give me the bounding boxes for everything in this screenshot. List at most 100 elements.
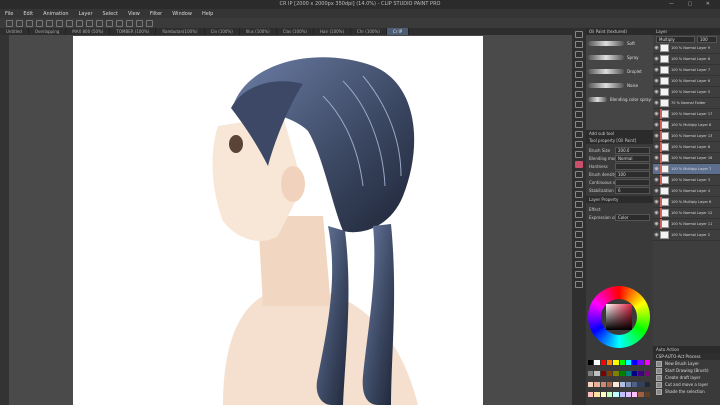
flip-icon[interactable]: [126, 19, 133, 27]
color-swatch[interactable]: [588, 370, 594, 376]
fill-icon[interactable]: [575, 171, 583, 178]
color-swatch[interactable]: [632, 392, 638, 398]
checkbox[interactable]: [656, 381, 662, 388]
color-swatch[interactable]: [632, 360, 638, 365]
auto-select-icon[interactable]: [575, 91, 583, 98]
document-tab[interactable]: Hair (100%): [314, 28, 352, 35]
balloon-icon[interactable]: [575, 231, 583, 238]
expression-color-row[interactable]: Expression color Color: [589, 213, 650, 221]
layer-row[interactable]: ◉ 100 % Multiply Layer 6: [653, 197, 720, 208]
select-icon[interactable]: [575, 71, 583, 78]
color-swatch[interactable]: [619, 360, 625, 365]
eyedropper-icon[interactable]: [575, 51, 583, 58]
layer-row[interactable]: ◉ 100 % Normal Layer 12: [653, 208, 720, 219]
brush-item[interactable]: Droplet: [588, 65, 651, 77]
layer-row[interactable]: ◉ 100 % Normal Layer 6: [653, 76, 720, 87]
color-swatch[interactable]: [588, 360, 594, 365]
eye-icon[interactable]: ◉: [653, 111, 660, 117]
eye-icon[interactable]: ◉: [653, 122, 660, 128]
layer-row[interactable]: ◉ 100 % Normal Layer 2: [653, 230, 720, 241]
color-swatch[interactable]: [625, 392, 632, 398]
property-value[interactable]: [615, 162, 650, 170]
color-swatch[interactable]: [625, 370, 632, 376]
main-color-icon[interactable]: [575, 271, 583, 278]
color-square[interactable]: [606, 304, 632, 330]
layer-row[interactable]: ◉ 70 % Normal Folder: [653, 98, 720, 109]
color-swatch[interactable]: [594, 370, 600, 376]
transform-icon[interactable]: [66, 19, 73, 27]
hand-icon[interactable]: [575, 41, 583, 48]
auto-action-item[interactable]: Cut and move a layer: [653, 381, 720, 388]
eye-icon[interactable]: ◉: [653, 144, 660, 150]
color-swatch[interactable]: [625, 381, 632, 387]
brush-item[interactable]: Soft: [588, 37, 651, 49]
text-icon[interactable]: [575, 221, 583, 228]
ruler-icon[interactable]: [575, 211, 583, 218]
invert-selection-icon[interactable]: [86, 19, 93, 27]
document-tab[interactable]: Clas (100%): [277, 28, 314, 35]
eye-icon[interactable]: ◉: [653, 166, 660, 172]
menu-item[interactable]: Select: [98, 11, 123, 17]
layer-row[interactable]: ◉ 100 % Multiply Layer 6: [653, 120, 720, 131]
menu-item[interactable]: Help: [197, 11, 218, 17]
checkbox[interactable]: [656, 367, 662, 374]
layer-row[interactable]: ◉ 100 % Normal Layer 5: [653, 87, 720, 98]
property-value[interactable]: 200.0: [615, 146, 650, 154]
menu-item[interactable]: Edit: [18, 11, 38, 17]
save-icon[interactable]: [26, 19, 33, 27]
zoom-icon[interactable]: [575, 31, 583, 38]
pen-icon[interactable]: [575, 101, 583, 108]
ruler-icon[interactable]: [146, 19, 153, 27]
menu-item[interactable]: Window: [167, 11, 197, 17]
color-swatch[interactable]: [606, 370, 613, 376]
color-swatch[interactable]: [632, 370, 638, 376]
document-tab[interactable]: Illus (100%): [240, 28, 277, 35]
color-swatch[interactable]: [588, 381, 594, 387]
window-controls[interactable]: — ▢ ✕: [669, 1, 716, 7]
color-swatch[interactable]: [638, 370, 644, 376]
auto-action-item[interactable]: New Brush Layer: [653, 360, 720, 367]
deselect-icon[interactable]: [76, 19, 83, 27]
layer-row[interactable]: ◉ 100 % Normal Layer 8: [653, 54, 720, 65]
decoration-icon[interactable]: [575, 141, 583, 148]
color-swatch[interactable]: [606, 360, 613, 365]
color-swatch[interactable]: [632, 381, 638, 387]
brush-item[interactable]: Blending color spray: [588, 93, 651, 105]
layer-row[interactable]: ◉ 100 % Normal Layer 16: [653, 153, 720, 164]
menu-item[interactable]: Layer: [74, 11, 98, 17]
color-swatch[interactable]: [638, 392, 644, 398]
color-swatch[interactable]: [644, 360, 650, 365]
color-swatch[interactable]: [644, 381, 650, 387]
property-value[interactable]: 100: [615, 170, 650, 178]
layer-row[interactable]: ◉ 100 % Normal Layer 4: [653, 186, 720, 197]
color-swatch[interactable]: [600, 360, 606, 365]
eye-icon[interactable]: ◉: [653, 199, 660, 205]
document-tab[interactable]: Cr IP: [386, 28, 410, 35]
eye-icon[interactable]: ◉: [653, 221, 660, 227]
new-icon[interactable]: [6, 19, 13, 27]
color-swatch[interactable]: [613, 381, 619, 387]
pencil-icon[interactable]: [575, 111, 583, 118]
color-swatch[interactable]: [619, 370, 625, 376]
color-swatch[interactable]: [606, 381, 613, 387]
document-tab[interactable]: Untitled: [0, 28, 29, 35]
checkbox[interactable]: [656, 360, 662, 367]
property-row[interactable]: Hardness: [589, 162, 650, 170]
auto-action-item[interactable]: Shade the selection: [653, 388, 720, 395]
move-icon[interactable]: [575, 61, 583, 68]
checkbox[interactable]: [656, 388, 662, 395]
color-swatch[interactable]: [613, 360, 619, 365]
brush-item[interactable]: Noise: [588, 79, 651, 91]
color-swatch[interactable]: [600, 370, 606, 376]
color-swatch[interactable]: [606, 392, 613, 398]
document-tab[interactable]: Rambutan(100%): [156, 28, 205, 35]
color-swatch[interactable]: [619, 381, 625, 387]
eye-icon[interactable]: ◉: [653, 155, 660, 161]
layer-row[interactable]: ◉ 100 % Normal Layer 7: [653, 65, 720, 76]
canvas-area[interactable]: [9, 35, 578, 405]
document-tab[interactable]: MAX 800 (50%): [66, 28, 111, 35]
property-row[interactable]: Continuous spraying: [589, 178, 650, 186]
property-value[interactable]: [615, 178, 650, 186]
menu-item[interactable]: View: [123, 11, 145, 17]
color-swatch[interactable]: [594, 360, 600, 365]
